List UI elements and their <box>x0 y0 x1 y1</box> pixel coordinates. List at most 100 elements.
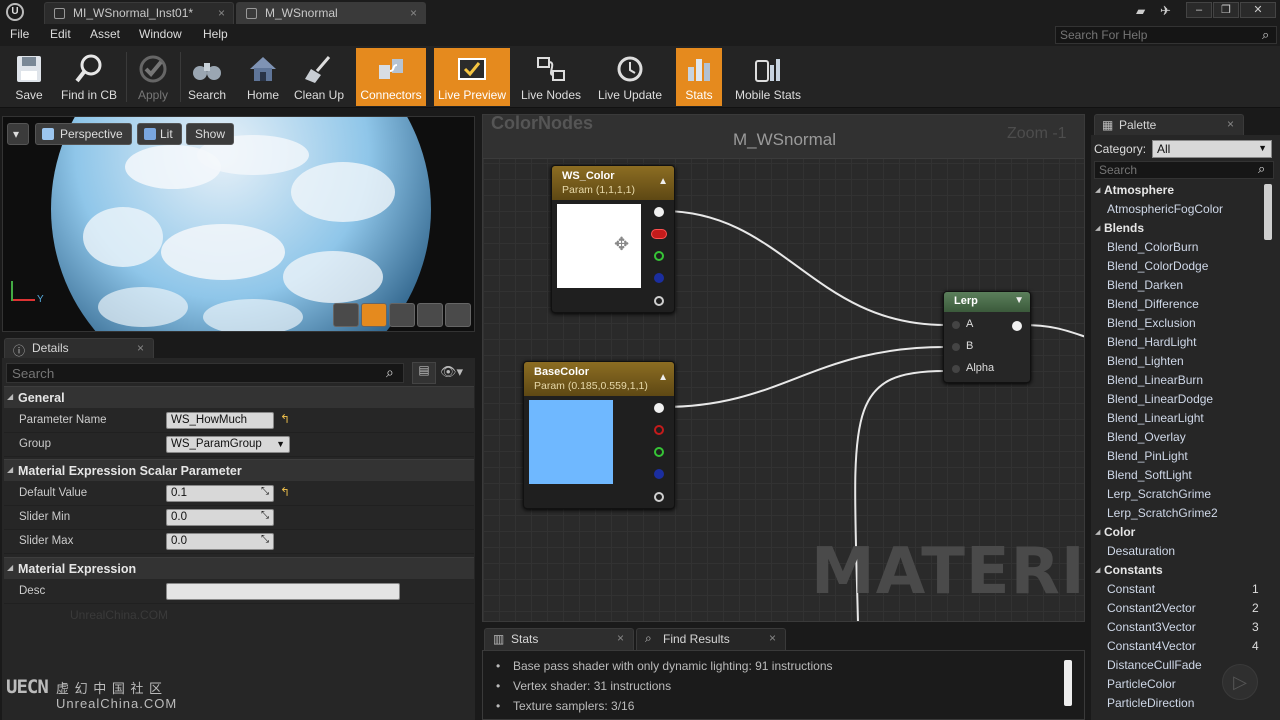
palette-item[interactable]: Blend_Difference <box>1107 297 1199 311</box>
palette-item[interactable]: Blend_Darken <box>1107 278 1183 292</box>
palette-item[interactable]: Lerp_ScratchGrime2 <box>1107 506 1218 520</box>
live-preview-button[interactable]: Live Preview <box>434 48 510 106</box>
palette-category[interactable]: Atmosphere <box>1094 183 1174 197</box>
menu-file[interactable]: File <box>10 27 29 41</box>
slider-max-field[interactable]: 0.0 <box>166 533 274 550</box>
pin-b[interactable] <box>654 469 664 479</box>
pin-g[interactable] <box>654 251 664 261</box>
feedback-icon[interactable]: ▰ <box>1136 4 1145 18</box>
close-icon[interactable]: × <box>769 631 776 645</box>
palette-item[interactable]: Blend_LinearLight <box>1107 411 1204 425</box>
minimize-button[interactable]: – <box>1186 2 1212 18</box>
tab-palette[interactable]: ▦ Palette × <box>1094 114 1244 135</box>
palette-item[interactable]: Blend_LinearDodge <box>1107 392 1213 406</box>
section-material-expression[interactable]: Material Expression <box>4 557 474 579</box>
home-button[interactable]: Home <box>238 48 288 106</box>
pin-r[interactable] <box>651 229 667 239</box>
palette-item[interactable]: Blend_PinLight <box>1107 449 1188 463</box>
pin-a-input[interactable] <box>952 321 960 329</box>
menu-help[interactable]: Help <box>203 27 228 41</box>
stats-button[interactable]: Stats <box>676 48 722 106</box>
apply-button[interactable]: Apply <box>130 48 176 106</box>
live-update-button[interactable]: Live Update <box>594 48 666 106</box>
close-icon[interactable]: × <box>617 631 624 645</box>
close-icon[interactable]: × <box>137 341 144 355</box>
help-search-input[interactable] <box>1055 26 1277 44</box>
preview-mesh-button[interactable] <box>445 303 471 327</box>
palette-item[interactable]: Constant3Vector <box>1107 620 1196 634</box>
live-nodes-button[interactable]: Live Nodes <box>518 48 584 106</box>
parameter-name-field[interactable]: WS_HowMuch <box>166 412 274 429</box>
node-lerp[interactable]: Lerp ▼ A B Alpha <box>943 291 1031 383</box>
pin-a[interactable] <box>654 296 664 306</box>
pin-rgba[interactable] <box>654 207 664 217</box>
mobile-stats-button[interactable]: Mobile Stats <box>730 48 806 106</box>
palette-item[interactable]: Blend_ColorDodge <box>1107 259 1208 273</box>
palette-item[interactable]: Constant4Vector <box>1107 639 1196 653</box>
preview-sphere-button[interactable] <box>361 303 387 327</box>
tab-stats[interactable]: ▥ Stats × <box>484 628 634 650</box>
view-options-eye-icon[interactable]: 👁▾ <box>440 364 463 380</box>
show-button[interactable]: Show <box>186 123 235 145</box>
group-dropdown[interactable]: WS_ParamGroup <box>166 436 290 453</box>
palette-item[interactable]: Blend_Overlay <box>1107 430 1186 444</box>
clean-up-button[interactable]: Clean Up <box>292 48 346 106</box>
tab-m-wsnormal[interactable]: M_WSnormal × <box>236 2 426 24</box>
menu-edit[interactable]: Edit <box>50 27 71 41</box>
desc-field[interactable] <box>166 583 400 600</box>
slider-min-field[interactable]: 0.0 <box>166 509 274 526</box>
material-graph[interactable]: ColorNodes M_WSnormal Zoom -1 WS_Color P… <box>482 114 1085 622</box>
viewport-options-dropdown[interactable]: ▾ <box>7 123 29 145</box>
lit-button[interactable]: Lit <box>137 123 182 145</box>
preview-cube-button[interactable] <box>417 303 443 327</box>
maximize-button[interactable]: ❐ <box>1213 2 1239 18</box>
palette-item[interactable]: Lerp_ScratchGrime <box>1107 487 1211 501</box>
preview-cylinder-button[interactable] <box>333 303 359 327</box>
collapse-arrow-icon[interactable]: ▼ <box>1014 295 1024 306</box>
menu-asset[interactable]: Asset <box>90 27 120 41</box>
close-icon[interactable]: × <box>218 6 225 20</box>
play-icon[interactable]: ▷ <box>1222 664 1258 700</box>
pin-r[interactable] <box>654 425 664 435</box>
close-window-button[interactable]: ✕ <box>1240 2 1276 18</box>
section-scalar-parameter[interactable]: Material Expression Scalar Parameter <box>4 459 474 481</box>
stats-scrollbar[interactable] <box>1064 660 1072 706</box>
find-in-cb-button[interactable]: Find in CB <box>58 48 120 106</box>
node-ws-color[interactable]: WS_Color Param (1,1,1,1) ▲ ✥ <box>551 165 675 313</box>
palette-item[interactable]: ParticleDirection <box>1107 696 1194 710</box>
pin-b[interactable] <box>654 273 664 283</box>
palette-item[interactable]: Blend_HardLight <box>1107 335 1196 349</box>
palette-scrollbar[interactable] <box>1264 184 1272 240</box>
reset-to-default-icon[interactable]: ↰ <box>280 485 290 499</box>
palette-item[interactable]: Blend_ColorBurn <box>1107 240 1198 254</box>
palette-search-input[interactable] <box>1094 161 1274 179</box>
pin-output[interactable] <box>1012 321 1022 331</box>
palette-item[interactable]: DistanceCullFade <box>1107 658 1202 672</box>
palette-category[interactable]: Blends <box>1094 221 1144 235</box>
tab-mi-wsnormal-inst01[interactable]: MI_WSnormal_Inst01* × <box>44 2 234 24</box>
collapse-arrow-icon[interactable]: ▲ <box>658 176 668 187</box>
menu-window[interactable]: Window <box>139 27 182 41</box>
palette-item[interactable]: AtmosphericFogColor <box>1107 202 1223 216</box>
pin-icon[interactable]: ✈ <box>1160 3 1171 19</box>
pin-rgba[interactable] <box>654 403 664 413</box>
palette-item[interactable]: Constant <box>1107 582 1155 596</box>
default-value-field[interactable]: 0.1 <box>166 485 274 502</box>
collapse-arrow-icon[interactable]: ▲ <box>658 372 668 383</box>
search-button[interactable]: Search <box>184 48 230 106</box>
palette-category[interactable]: Constants <box>1094 563 1163 577</box>
save-button[interactable]: Save <box>4 48 54 106</box>
pin-g[interactable] <box>654 447 664 457</box>
reset-to-default-icon[interactable]: ↰ <box>280 412 290 426</box>
pin-a[interactable] <box>654 492 664 502</box>
preview-plane-button[interactable] <box>389 303 415 327</box>
connectors-button[interactable]: Connectors <box>356 48 426 106</box>
category-dropdown[interactable]: All ▼ <box>1152 140 1272 158</box>
pin-alpha-input[interactable] <box>952 365 960 373</box>
palette-item[interactable]: Blend_SoftLight <box>1107 468 1192 482</box>
tab-find-results[interactable]: ⌕ Find Results × <box>636 628 786 650</box>
perspective-button[interactable]: Perspective <box>35 123 132 145</box>
palette-item[interactable]: Blend_LinearBurn <box>1107 373 1203 387</box>
palette-item[interactable]: Blend_Lighten <box>1107 354 1184 368</box>
close-icon[interactable]: × <box>410 6 417 20</box>
